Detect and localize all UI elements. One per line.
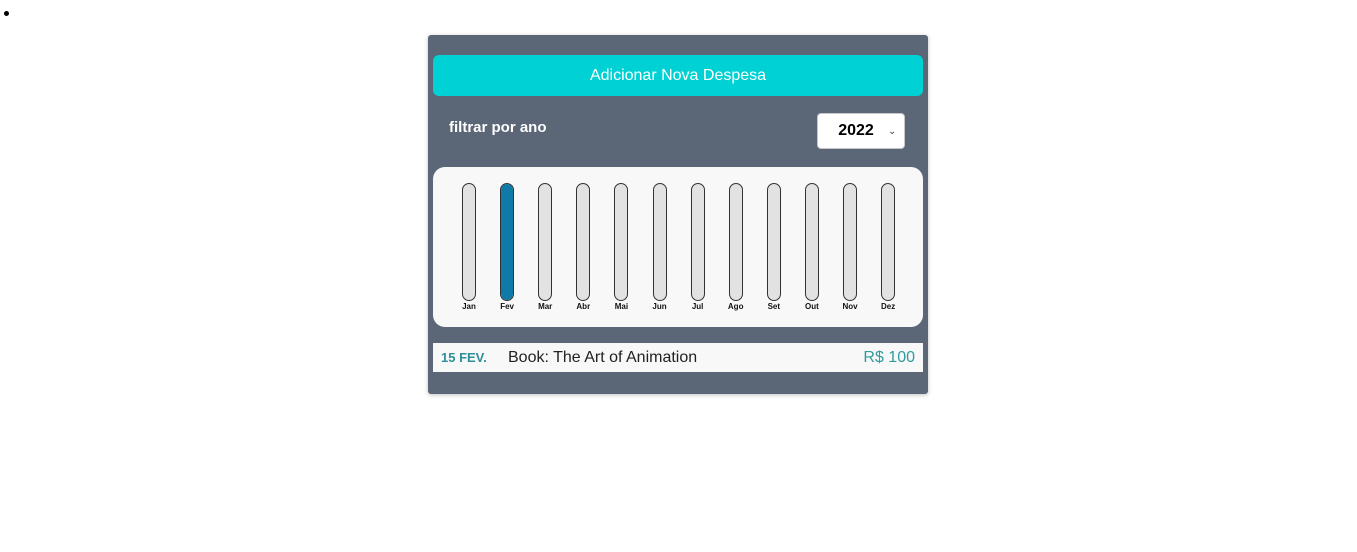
year-select-value: 2022 bbox=[838, 122, 874, 139]
bar-track bbox=[462, 183, 476, 301]
bar-track bbox=[804, 183, 819, 301]
bar-track bbox=[843, 183, 857, 301]
add-expense-button[interactable]: Adicionar Nova Despesa bbox=[433, 55, 923, 96]
month-label: Nov bbox=[842, 302, 858, 311]
bar-track bbox=[576, 183, 591, 301]
bar-track bbox=[728, 183, 743, 301]
month-bar-set: Set bbox=[759, 183, 789, 313]
month-label: Out bbox=[805, 302, 819, 311]
month-bar-dez: Dez bbox=[873, 183, 903, 313]
bar-track bbox=[766, 183, 781, 301]
bar-track bbox=[614, 183, 629, 301]
month-bar-jan: Jan bbox=[454, 183, 484, 313]
bar-fill bbox=[501, 184, 514, 300]
month-label: Mai bbox=[614, 302, 629, 311]
month-bar-fev: Fev bbox=[492, 183, 522, 313]
month-label: Jun bbox=[652, 302, 667, 311]
month-label: Abr bbox=[576, 302, 591, 311]
month-bar-out: Out bbox=[797, 183, 827, 313]
month-bar-mai: Mai bbox=[606, 183, 636, 313]
monthly-chart: Jan Fev Mar Abr Mai Jun Jul Ago Set Out Nov Dez bbox=[433, 167, 923, 327]
month-bar-jul: Jul bbox=[683, 183, 713, 313]
year-filter-label: filtrar por ano bbox=[449, 119, 547, 136]
month-bar-mar: Mar bbox=[530, 183, 560, 313]
month-label: Dez bbox=[880, 302, 896, 311]
expense-date: 15 FEV. bbox=[441, 350, 487, 365]
month-bar-ago: Ago bbox=[721, 183, 751, 313]
list-bullet bbox=[4, 11, 9, 16]
month-bar-abr: Abr bbox=[568, 183, 598, 313]
month-bar-nov: Nov bbox=[835, 183, 865, 313]
month-label: Ago bbox=[727, 302, 744, 311]
expense-amount: R$ 100 bbox=[863, 348, 915, 366]
bar-track bbox=[652, 183, 667, 301]
chevron-down-icon: ⌄ bbox=[888, 125, 897, 137]
bar-track bbox=[690, 183, 705, 301]
bar-track bbox=[881, 183, 896, 301]
month-label: Jul bbox=[691, 302, 704, 311]
year-select[interactable]: 2022 ⌄ bbox=[817, 113, 905, 149]
bar-track bbox=[538, 183, 553, 301]
bar-track bbox=[500, 183, 515, 301]
expense-description: Book: The Art of Animation bbox=[508, 348, 698, 366]
month-label: Mar bbox=[538, 302, 553, 311]
month-label: Fev bbox=[500, 302, 514, 311]
month-label: Jan bbox=[462, 302, 476, 311]
month-bar-jun: Jun bbox=[645, 183, 675, 313]
month-label: Set bbox=[767, 302, 781, 311]
expense-item: 15 FEV. Book: The Art of Animation R$ 10… bbox=[433, 343, 923, 372]
expenses-panel: Adicionar Nova Despesa filtrar por ano 2… bbox=[428, 35, 928, 394]
